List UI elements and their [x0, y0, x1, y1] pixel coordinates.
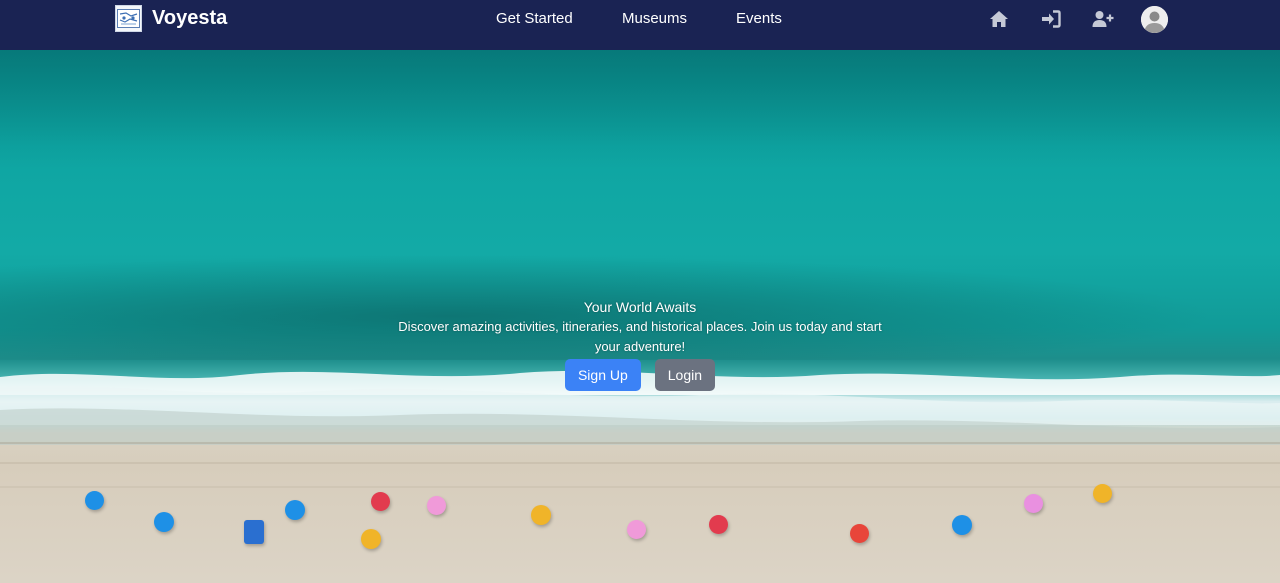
brand-name: Voyesta: [152, 7, 228, 29]
beach-umbrella: [154, 512, 174, 532]
beach-umbrella: [285, 500, 305, 520]
beach-tent: [244, 520, 264, 544]
navbar: Voyesta Get Started Museums Events: [0, 0, 1280, 50]
beach-umbrella: [709, 515, 728, 534]
home-icon[interactable]: [988, 8, 1010, 30]
beach-umbrella: [952, 515, 972, 535]
beach-umbrella: [427, 496, 446, 515]
user-avatar-icon[interactable]: [1141, 6, 1168, 33]
sand-texture: [0, 486, 1280, 488]
hero-description: Discover amazing activities, itineraries…: [398, 319, 882, 354]
ocean-shade: [0, 50, 1280, 170]
beach-umbrella: [531, 505, 551, 525]
sand-texture: [0, 462, 1280, 464]
beach-umbrella: [85, 491, 104, 510]
beach-umbrella: [361, 529, 381, 549]
beach-umbrella: [627, 520, 646, 539]
nav-link-museums[interactable]: Museums: [622, 10, 687, 27]
sign-up-button[interactable]: Sign Up: [564, 359, 641, 391]
beach-umbrella: [1024, 494, 1043, 513]
beach-umbrella: [1093, 484, 1112, 503]
login-button[interactable]: Login: [654, 359, 716, 391]
nav-link-get-started[interactable]: Get Started: [496, 10, 573, 27]
sign-in-icon[interactable]: [1040, 8, 1062, 30]
brand[interactable]: Voyesta: [115, 5, 227, 32]
beach-umbrella: [371, 492, 390, 511]
map-logo-icon: [115, 5, 142, 32]
hero-content: Your World Awaits Discover amazing activ…: [384, 297, 896, 391]
nav-link-events[interactable]: Events: [736, 10, 782, 27]
beach-umbrella: [850, 524, 869, 543]
hero-title: Your World Awaits: [583, 299, 697, 315]
user-plus-icon[interactable]: [1092, 8, 1114, 30]
sand-texture: [0, 442, 1280, 444]
hero-buttons: Sign Up Login: [384, 359, 896, 391]
